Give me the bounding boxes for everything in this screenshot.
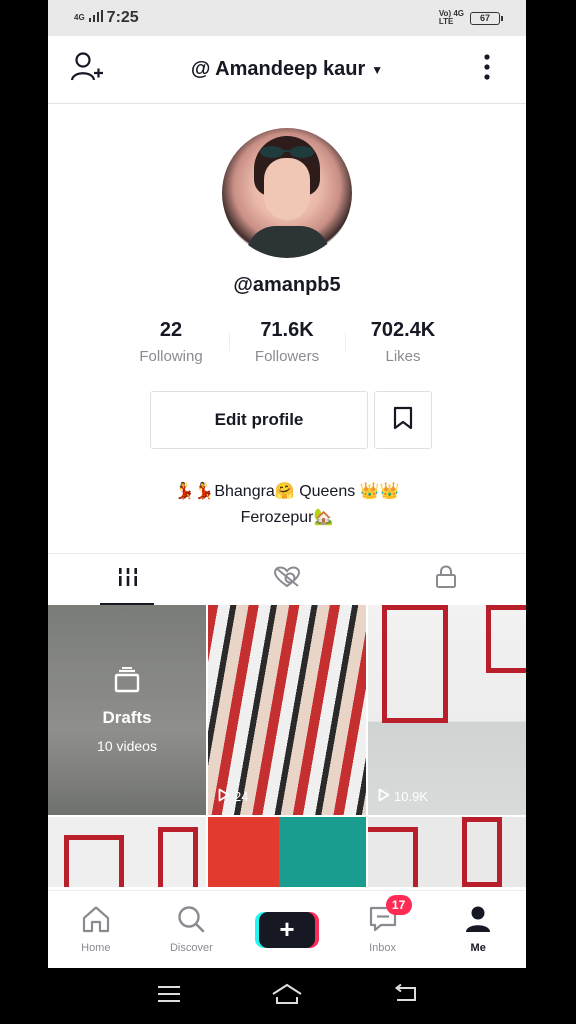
favorites-button[interactable] <box>374 391 432 449</box>
stat-value: 702.4K <box>370 319 436 341</box>
create-plus-icon: + <box>258 911 315 948</box>
stat-followers[interactable]: 71.6K Followers <box>229 319 345 365</box>
lte-indicator: LTE <box>438 17 454 26</box>
nav-label: Inbox <box>369 942 397 954</box>
sunglasses-icon <box>260 146 314 158</box>
battery-level: 67 <box>479 13 490 23</box>
edit-profile-button[interactable]: Edit profile <box>150 391 368 449</box>
nav-label: Home <box>81 942 111 954</box>
video-grid: Drafts 10 videos 24 10.9K <box>48 605 526 887</box>
video-thumbnail[interactable]: 24 <box>208 605 366 815</box>
bio: 💃💃Bhangra🤗 Queens 👑👑 Ferozepur🏡 <box>48 479 526 531</box>
video-thumbnail[interactable] <box>368 817 526 887</box>
video-thumbnail[interactable] <box>208 817 366 887</box>
nav-label: Discover <box>169 942 213 954</box>
nav-inbox[interactable]: 17 Inbox <box>348 895 418 954</box>
status-bar: 4G 7:25 Vo) 4G LTE 67 <box>48 0 526 36</box>
stat-following[interactable]: 22 Following <box>113 319 229 365</box>
more-vertical-icon <box>484 54 490 85</box>
nav-discover[interactable]: Discover <box>156 905 226 954</box>
battery-icon: 67 <box>470 11 503 25</box>
stat-value: 22 <box>159 319 183 341</box>
menu-icon[interactable] <box>157 985 181 1008</box>
view-count: 24 <box>218 788 248 805</box>
nav-label: Me <box>470 942 486 954</box>
page-title: @ Amandeep kaur <box>190 58 366 80</box>
stat-label: Likes <box>385 348 421 365</box>
account-switcher[interactable]: @ Amandeep kaur ▼ <box>191 58 383 81</box>
network-indicator: 4G <box>74 13 85 22</box>
lock-icon <box>435 565 457 594</box>
bottom-navigation: Home Discover + 17 Inbox Me <box>48 890 526 968</box>
video-thumbnail[interactable] <box>48 817 206 887</box>
more-options-button[interactable] <box>470 53 504 87</box>
profile-icon <box>464 905 492 936</box>
notification-badge: 17 <box>385 895 412 915</box>
search-icon <box>176 905 206 936</box>
tab-liked[interactable] <box>207 554 366 605</box>
tab-private[interactable] <box>367 554 526 605</box>
stat-label: Followers <box>254 348 320 365</box>
videos-grid-icon <box>116 566 139 593</box>
profile-stats: 22 Following 71.6K Followers 702.4K Like… <box>48 319 526 365</box>
nav-home[interactable]: Home <box>61 905 131 954</box>
system-navigation-bar <box>0 968 576 1024</box>
view-count-value: 10.9K <box>394 789 428 804</box>
bio-line: 💃💃Bhangra🤗 Queens 👑👑 <box>174 483 400 500</box>
play-icon <box>218 788 230 805</box>
profile-tabs <box>48 553 526 605</box>
view-count-value: 24 <box>234 789 249 804</box>
add-user-button[interactable] <box>70 51 104 88</box>
drafts-tile[interactable]: Drafts 10 videos <box>48 605 206 815</box>
bio-line: Ferozepur🏡 <box>240 509 334 526</box>
caret-down-icon: ▼ <box>371 62 384 77</box>
profile-header: @ Amandeep kaur ▼ <box>48 36 526 104</box>
avatar[interactable] <box>222 128 352 258</box>
home-icon <box>81 905 111 936</box>
stat-likes[interactable]: 702.4K Likes <box>345 319 461 365</box>
drafts-icon <box>112 666 142 698</box>
home-button-icon[interactable] <box>271 983 303 1010</box>
profile-actions: Edit profile <box>56 391 526 449</box>
drafts-count: 10 videos <box>97 737 157 754</box>
play-icon <box>378 788 390 805</box>
app-screen: 4G 7:25 Vo) 4G LTE 67 @ Amandeep kaur ▼ <box>48 0 526 968</box>
signal-icon <box>88 9 103 27</box>
tab-videos[interactable] <box>48 554 207 605</box>
nav-create[interactable]: + <box>252 911 322 948</box>
back-icon[interactable] <box>393 983 419 1009</box>
stat-value: 71.6K <box>260 319 314 341</box>
add-user-icon <box>70 51 104 88</box>
drafts-title: Drafts <box>102 707 152 727</box>
liked-private-icon <box>273 566 301 593</box>
view-count: 10.9K <box>378 788 428 805</box>
username: @amanpb5 <box>233 274 341 296</box>
clock: 7:25 <box>106 9 139 26</box>
stat-label: Following <box>139 348 203 365</box>
video-thumbnail[interactable]: 10.9K <box>368 605 526 815</box>
bookmark-icon <box>393 406 413 435</box>
nav-me[interactable]: Me <box>443 905 513 954</box>
